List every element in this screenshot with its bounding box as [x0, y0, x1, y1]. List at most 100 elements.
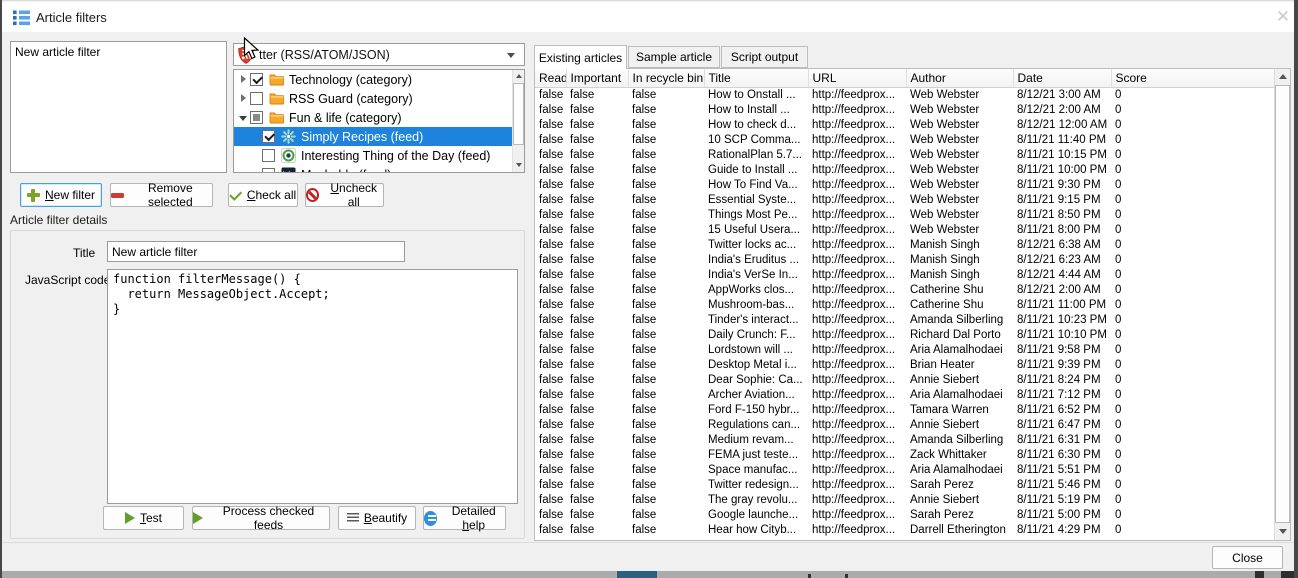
feed-tree-row[interactable]: Simply Recipes (feed): [234, 127, 512, 146]
tree-item-checkbox[interactable]: [250, 92, 263, 105]
javascript-code-editor[interactable]: function filterMessage() { return Messag…: [107, 269, 518, 504]
article-cell: Web Webster: [906, 87, 1013, 102]
article-row[interactable]: falsefalsefalseTwitter redesign...http:/…: [535, 477, 1274, 492]
article-cell: 0: [1111, 372, 1274, 387]
article-row[interactable]: falsefalsefalseIndia's Eruditus ...http:…: [535, 252, 1274, 267]
column-header-important[interactable]: Important: [566, 69, 628, 87]
article-row[interactable]: falsefalsefalseGoogle launche...http://f…: [535, 507, 1274, 522]
table-scrollbar[interactable]: [1274, 69, 1290, 540]
column-header-title[interactable]: Title: [704, 69, 808, 87]
feed-tree-row[interactable]: RSS Guard (category): [234, 89, 512, 108]
article-row[interactable]: falsefalsefalseArcher Aviation...http://…: [535, 387, 1274, 402]
scroll-down-icon[interactable]: [1275, 524, 1290, 540]
article-row[interactable]: falsefalsefalseHow to Install ...http://…: [535, 102, 1274, 117]
article-row[interactable]: falsefalsefalseThings Most Pe...http://f…: [535, 207, 1274, 222]
article-row[interactable]: falsefalsefalseAppWorks clos...http://fe…: [535, 282, 1274, 297]
article-cell: http://feedprox...: [808, 147, 906, 162]
article-cell: 0: [1111, 102, 1274, 117]
article-row[interactable]: falsefalsefalseGuide to Install ...http:…: [535, 162, 1274, 177]
close-button[interactable]: Close: [1212, 546, 1283, 569]
article-cell: Amanda Silberling: [906, 432, 1013, 447]
titlebar[interactable]: Article filters ✕: [2, 2, 1294, 32]
filter-title-input[interactable]: [107, 241, 405, 262]
remove-selected-button[interactable]: Remove selected: [110, 183, 213, 207]
article-row[interactable]: falsefalsefalseThe gray revolu...http://…: [535, 492, 1274, 507]
beautify-button[interactable]: Beautify: [338, 506, 416, 530]
column-header-read[interactable]: Read: [535, 69, 566, 87]
article-row[interactable]: falsefalsefalseHow To Find Va...http://f…: [535, 177, 1274, 192]
tab-sample-article[interactable]: Sample article: [628, 46, 720, 68]
article-row[interactable]: falsefalsefalseLordstown will ...http://…: [535, 342, 1274, 357]
feed-tree-row[interactable]: Technology (category): [234, 70, 512, 89]
article-row[interactable]: falsefalsefalseHow to check d...http://f…: [535, 117, 1274, 132]
close-icon[interactable]: ✕: [1272, 6, 1294, 28]
tree-scrollbar-thumb[interactable]: [513, 83, 524, 145]
column-header-in-recycle-bin[interactable]: In recycle bin: [628, 69, 704, 87]
article-cell: false: [628, 507, 704, 522]
article-cell: http://feedprox...: [808, 312, 906, 327]
article-row[interactable]: falsefalsefalseHow to Onstall ...http://…: [535, 87, 1274, 102]
tab-existing-articles[interactable]: Existing articles: [534, 45, 627, 69]
tree-item-checkbox[interactable]: [250, 111, 263, 124]
article-cell: http://feedprox...: [808, 177, 906, 192]
test-button[interactable]: Test: [103, 506, 184, 530]
article-cell: http://feedprox...: [808, 492, 906, 507]
feed-tree-row[interactable]: Fun & life (category): [234, 108, 512, 127]
article-row[interactable]: falsefalsefalseFord F-150 hybr...http://…: [535, 402, 1274, 417]
article-row[interactable]: falsefalsefalseTwitter locks ac...http:/…: [535, 237, 1274, 252]
plus-icon: [27, 189, 40, 202]
article-cell: false: [566, 87, 628, 102]
expanded-expander-icon[interactable]: [237, 111, 250, 124]
column-header-url[interactable]: URL: [808, 69, 906, 87]
article-row[interactable]: falsefalsefalse10 SCP Comma...http://fee…: [535, 132, 1274, 147]
account-combobox[interactable]: tter (RSS/ATOM/JSON): [233, 43, 525, 66]
scroll-up-icon[interactable]: [1275, 69, 1290, 85]
process-checked-feeds-button[interactable]: Process checked feeds: [192, 506, 330, 530]
article-row[interactable]: falsefalsefalseFEMA just teste...http://…: [535, 447, 1274, 462]
new-filter-button[interactable]: New filter: [20, 183, 102, 207]
filters-list[interactable]: New article filter: [10, 41, 227, 173]
article-row[interactable]: falsefalsefalseMedium revam...http://fee…: [535, 432, 1274, 447]
check-all-button[interactable]: Check all: [228, 183, 298, 207]
article-row[interactable]: falsefalsefalseDaily Crunch: F...http://…: [535, 327, 1274, 342]
article-cell: http://feedprox...: [808, 327, 906, 342]
tree-scrollbar[interactable]: [512, 70, 524, 172]
article-row[interactable]: falsefalsefalseHear how Cityb...http://f…: [535, 522, 1274, 537]
tree-item-checkbox[interactable]: [262, 168, 275, 172]
scroll-down-icon[interactable]: [513, 159, 524, 172]
article-row[interactable]: falsefalsefalseRegulations can...http://…: [535, 417, 1274, 432]
feed-tree-row[interactable]: Mashable (feed): [234, 165, 512, 172]
tab-script-output[interactable]: Script output: [721, 46, 808, 68]
article-row[interactable]: falsefalsefalse15 Useful Usera...http://…: [535, 222, 1274, 237]
folder-icon: [268, 91, 284, 107]
column-header-score[interactable]: Score: [1111, 69, 1274, 87]
article-row[interactable]: falsefalsefalseDesktop Metal i...http://…: [535, 357, 1274, 372]
collapsed-expander-icon[interactable]: [237, 73, 250, 86]
article-cell: 8/11/21 11:00 PM: [1013, 297, 1111, 312]
article-row[interactable]: falsefalsefalseRationalPlan 5.7...http:/…: [535, 147, 1274, 162]
tree-item-checkbox[interactable]: [262, 149, 275, 162]
article-row[interactable]: falsefalsefalseEssential Syste...http://…: [535, 192, 1274, 207]
column-header-date[interactable]: Date: [1013, 69, 1111, 87]
article-row[interactable]: falsefalsefalseDear Sophie: Ca...http://…: [535, 372, 1274, 387]
tree-item-checkbox[interactable]: [262, 130, 275, 143]
scroll-up-icon[interactable]: [513, 70, 524, 83]
column-header-author[interactable]: Author: [906, 69, 1013, 87]
feeds-tree[interactable]: Technology (category)RSS Guard (category…: [233, 69, 525, 173]
article-cell: false: [535, 522, 566, 537]
article-row[interactable]: falsefalsefalseIndia's VerSe In...http:/…: [535, 267, 1274, 282]
article-cell: 10 SCP Comma...: [704, 132, 808, 147]
article-cell: false: [628, 282, 704, 297]
detailed-help-button[interactable]: Detailed help: [423, 506, 506, 530]
uncheck-all-button[interactable]: Uncheck all: [305, 183, 384, 207]
table-scrollbar-thumb[interactable]: [1275, 85, 1290, 523]
feed-tree-row[interactable]: Interesting Thing of the Day (feed): [234, 146, 512, 165]
article-cell: Brian Heater: [906, 357, 1013, 372]
article-row[interactable]: falsefalsefalseTinder's interact...http:…: [535, 312, 1274, 327]
collapsed-expander-icon[interactable]: [237, 92, 250, 105]
article-cell: false: [566, 492, 628, 507]
article-row[interactable]: falsefalsefalseMushroom-bas...http://fee…: [535, 297, 1274, 312]
article-row[interactable]: falsefalsefalseSpace manufac...http://fe…: [535, 462, 1274, 477]
filter-list-item[interactable]: New article filter: [11, 42, 226, 61]
tree-item-checkbox[interactable]: [250, 73, 263, 86]
